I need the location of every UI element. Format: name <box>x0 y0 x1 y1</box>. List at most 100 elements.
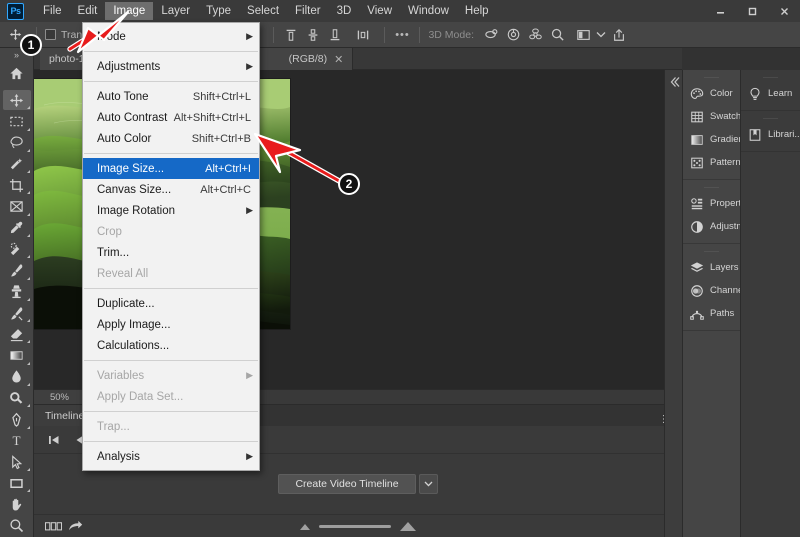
distribute-vertical-centers-icon[interactable] <box>302 24 324 46</box>
zoom-level-field[interactable]: 50% <box>34 389 86 405</box>
gradients-panel-icon <box>689 132 704 147</box>
blur-tool[interactable] <box>3 367 31 387</box>
create-video-timeline-button[interactable]: Create Video Timeline <box>278 474 416 494</box>
panel-tab-gradients[interactable]: Gradients <box>683 128 751 151</box>
menu-item-duplicate[interactable]: Duplicate... <box>83 293 259 314</box>
zoom-out-timeline-icon[interactable] <box>300 523 310 530</box>
menu-file[interactable]: File <box>35 2 70 20</box>
menu-edit[interactable]: Edit <box>70 2 106 20</box>
zoom-tool[interactable] <box>3 516 31 536</box>
move-tool[interactable] <box>2 90 31 111</box>
home-icon[interactable] <box>3 63 31 83</box>
close-button[interactable] <box>768 0 800 22</box>
hand-tool[interactable] <box>3 494 31 514</box>
panel-drag-handle[interactable] <box>704 75 719 79</box>
panel-tab-channels[interactable]: Channels <box>683 279 750 302</box>
magic-wand-tool[interactable] <box>3 154 31 174</box>
tools-panel: » T <box>0 48 34 537</box>
menu-help[interactable]: Help <box>457 2 497 20</box>
type-tool[interactable]: T <box>3 431 31 451</box>
distribute-bottom-edges-icon[interactable] <box>324 24 346 46</box>
gradient-tool[interactable] <box>3 345 31 366</box>
submenu-arrow-icon: ▶ <box>246 451 253 461</box>
menu-item-trim[interactable]: Trim... <box>83 242 259 263</box>
frame-animation-icon[interactable] <box>42 516 64 537</box>
pan-3d-icon[interactable] <box>524 24 546 46</box>
pen-tool[interactable] <box>3 409 31 429</box>
menu-view[interactable]: View <box>359 2 400 20</box>
workspace-switcher-icon[interactable] <box>572 24 594 46</box>
submenu-arrow-icon: ▶ <box>246 205 253 215</box>
frame-tool[interactable] <box>3 196 31 217</box>
menu-item-image-rotation[interactable]: Image Rotation ▶ <box>83 200 259 221</box>
history-brush-tool[interactable] <box>3 303 31 323</box>
menu-item-auto-tone[interactable]: Auto Tone Shift+Ctrl+L <box>83 86 259 107</box>
panel-tab-properties[interactable]: Properties <box>683 192 753 215</box>
menu-select[interactable]: Select <box>239 2 287 20</box>
menu-item-auto-contrast[interactable]: Auto Contrast Alt+Shift+Ctrl+L <box>83 107 259 128</box>
panel-tab-adjustme[interactable]: Adjustme... <box>683 215 758 238</box>
menu-item-mode[interactable]: Mode ▶ <box>83 26 259 47</box>
timeline-zoom-slider[interactable] <box>300 522 416 531</box>
rectangular-marquee-tool[interactable] <box>3 111 31 131</box>
eyedropper-tool[interactable] <box>3 218 31 238</box>
orbit-3d-icon[interactable] <box>480 24 502 46</box>
path-selection-tool[interactable] <box>3 452 31 472</box>
maximize-button[interactable] <box>736 0 768 22</box>
distribute-left-edges-icon[interactable] <box>352 24 374 46</box>
menu-item-canvas-size[interactable]: Canvas Size... Alt+Ctrl+C <box>83 179 259 200</box>
menu-item-image-size[interactable]: Image Size... Alt+Ctrl+I <box>83 158 259 179</box>
menu-window[interactable]: Window <box>400 2 457 20</box>
panel-tab-layers[interactable]: Layers <box>683 256 740 279</box>
menu-item-analysis[interactable]: Analysis ▶ <box>83 446 259 467</box>
panel-drag-handle[interactable] <box>763 75 778 79</box>
menu-filter[interactable]: Filter <box>287 2 329 20</box>
rectangle-tool[interactable] <box>3 473 31 493</box>
share-icon[interactable] <box>608 24 630 46</box>
spot-healing-brush-tool[interactable] <box>3 239 31 259</box>
menu-item-apply-image[interactable]: Apply Image... <box>83 314 259 335</box>
panel-tab-learn[interactable]: Learn <box>741 82 800 105</box>
transform-controls-checkbox[interactable] <box>45 29 56 40</box>
panel-tab-swatches[interactable]: Swatches <box>683 105 751 128</box>
panel-tab-paths[interactable]: Paths <box>683 302 740 325</box>
menu-bar: File Edit Image Layer Type Select Filter 3D View… <box>35 0 497 22</box>
menu-item-label: Apply Data Set... <box>97 390 184 403</box>
zoom-slider-track[interactable] <box>319 525 391 528</box>
panel-drag-handle[interactable] <box>704 249 719 253</box>
panel-tab-patterns[interactable]: Patterns <box>683 151 745 174</box>
collapse-panels-icon[interactable] <box>668 75 680 93</box>
menu-type[interactable]: Type <box>198 2 239 20</box>
chevron-down-icon[interactable] <box>418 474 438 494</box>
image-menu-dropdown[interactable]: Mode ▶ Adjustments ▶ Auto Tone Shift+Ctrl+L Au… <box>82 22 260 471</box>
annotation-badge-2: 2 <box>338 173 360 195</box>
lasso-tool[interactable] <box>3 133 31 153</box>
menu-layer[interactable]: Layer <box>153 2 198 20</box>
brush-tool[interactable] <box>3 260 31 280</box>
distribute-top-edges-icon[interactable] <box>280 24 302 46</box>
clone-stamp-tool[interactable] <box>3 282 31 302</box>
menu-item-adjustments[interactable]: Adjustments ▶ <box>83 56 259 77</box>
dodge-tool[interactable] <box>3 388 31 408</box>
render-video-icon[interactable] <box>64 516 86 537</box>
minimize-button[interactable] <box>704 0 736 22</box>
panel-drag-handle[interactable] <box>704 185 719 189</box>
close-icon[interactable]: ✕ <box>334 53 343 66</box>
zoom-in-timeline-icon[interactable] <box>400 522 416 531</box>
go-to-first-frame-button[interactable] <box>42 429 66 451</box>
more-options-button[interactable]: ••• <box>391 24 413 46</box>
panel-drag-handle[interactable] <box>763 116 778 120</box>
menu-item-apply-data-set: Apply Data Set... <box>83 386 259 407</box>
crop-tool[interactable] <box>3 175 31 195</box>
menu-item-calculations[interactable]: Calculations... <box>83 335 259 356</box>
menu-3d[interactable]: 3D <box>329 2 360 20</box>
libraries-panel-icon <box>747 127 762 142</box>
zoom-3d-icon[interactable] <box>546 24 568 46</box>
roll-3d-icon[interactable] <box>502 24 524 46</box>
panel-tab-librari[interactable]: Librari... <box>741 123 800 146</box>
eraser-tool[interactable] <box>3 324 31 344</box>
chevron-down-icon[interactable] <box>594 24 608 46</box>
menu-image[interactable]: Image <box>105 2 154 20</box>
panel-tab-color[interactable]: Color <box>683 82 740 105</box>
menu-item-auto-color[interactable]: Auto Color Shift+Ctrl+B <box>83 128 259 149</box>
